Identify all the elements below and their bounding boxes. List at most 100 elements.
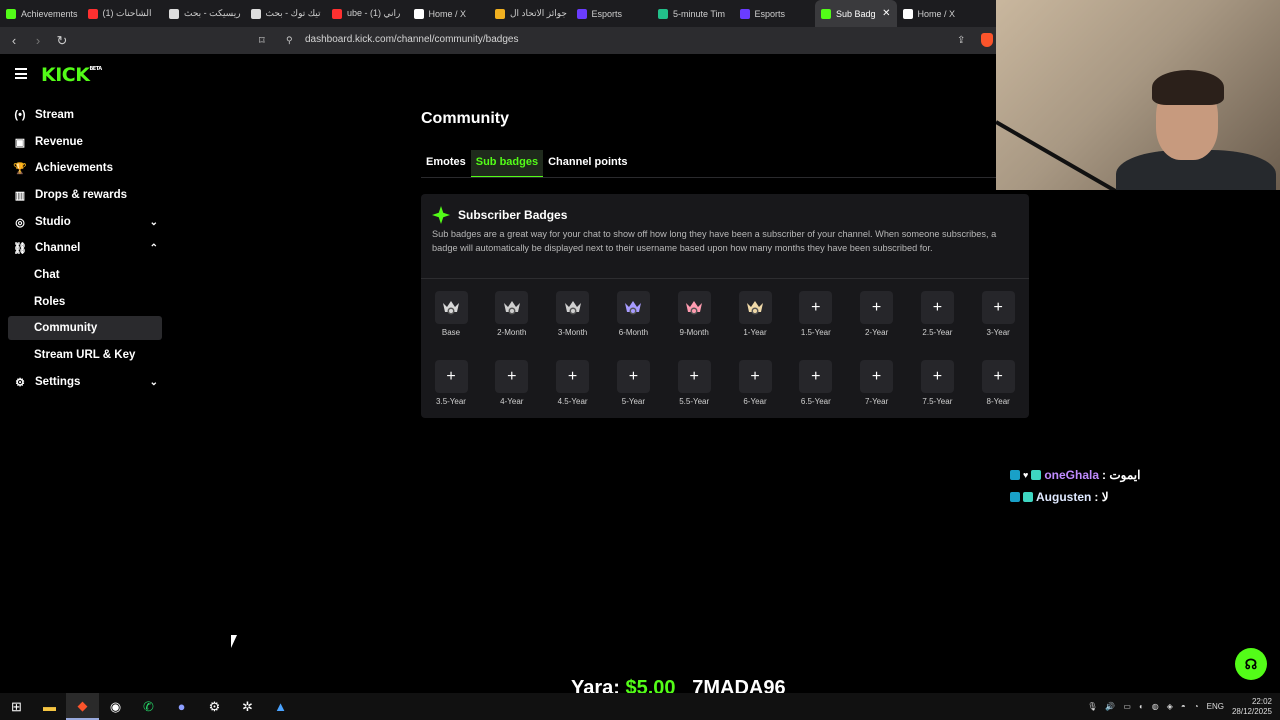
plus-icon[interactable]: + xyxy=(677,360,711,393)
browser-tab[interactable]: Achievements xyxy=(0,0,82,27)
sidebar-item-chat[interactable]: Chat xyxy=(8,263,162,287)
share-icon[interactable]: ⇪ xyxy=(957,35,965,46)
chevron-icon[interactable]: ⌄ xyxy=(150,217,158,228)
sidebar-item-roles[interactable]: Roles xyxy=(8,290,162,314)
sub-badge-9month-icon[interactable] xyxy=(677,291,711,324)
browser-tab[interactable]: جوائز الاتحاد ال xyxy=(489,0,571,27)
sidebar-item-studio[interactable]: ◎ Studio ⌄ xyxy=(8,210,162,234)
mic-icon[interactable]: 🎙 xyxy=(1087,702,1097,711)
badge-slot[interactable]: +5.5-Year xyxy=(668,360,720,406)
file-explorer-icon[interactable]: ▬ xyxy=(33,693,66,720)
browser-tab[interactable]: Home / X xyxy=(897,0,979,27)
plus-icon[interactable]: + xyxy=(738,360,772,393)
tray-app-icon[interactable]: ◍ xyxy=(1152,702,1159,711)
clock[interactable]: 22:02 28/12/2025 xyxy=(1232,697,1272,717)
discord-icon[interactable]: ● xyxy=(165,693,198,720)
badge-slot[interactable]: +4.5-Year xyxy=(547,360,599,406)
browser-tab[interactable]: تيك توك - بحث xyxy=(245,0,327,27)
plus-icon[interactable]: + xyxy=(920,291,954,324)
tab-channel-points[interactable]: Channel points xyxy=(543,150,632,178)
browser-tab[interactable]: Home / X xyxy=(408,0,490,27)
plus-icon[interactable]: + xyxy=(920,360,954,393)
plus-icon[interactable]: + xyxy=(434,360,468,393)
tab-sub-badges[interactable]: Sub badges xyxy=(470,150,544,178)
sidebar-item-channel[interactable]: ⛓ Channel ⌃ xyxy=(8,236,162,260)
badge-slot[interactable]: +5-Year xyxy=(607,360,659,406)
brave-shield-icon[interactable] xyxy=(981,33,993,47)
network-icon[interactable]: ▭ xyxy=(1123,702,1131,711)
tray-app-icon[interactable]: ◓ xyxy=(1181,702,1186,711)
sidebar-item-revenue[interactable]: ▣ Revenue xyxy=(8,130,162,154)
browser-tab[interactable]: Sub Badg ✕ xyxy=(815,0,897,27)
kick-logo[interactable]: KICKBETA xyxy=(41,64,102,86)
badge-slot[interactable]: +3.5-Year xyxy=(425,360,477,406)
sidebar-item-stream-url-key[interactable]: Stream URL & Key xyxy=(8,343,162,367)
sub-badge-6month-icon[interactable] xyxy=(616,291,650,324)
plus-icon[interactable]: + xyxy=(799,360,833,393)
sub-badge-1year-icon[interactable] xyxy=(738,291,772,324)
browser-tab[interactable]: 5-minute Tim xyxy=(652,0,734,27)
volume-icon[interactable]: 🔊 xyxy=(1105,702,1115,711)
badge-slot[interactable]: 6-Month xyxy=(607,291,659,337)
plus-icon[interactable]: + xyxy=(981,360,1015,393)
menu-icon[interactable] xyxy=(15,68,27,82)
tab-emotes[interactable]: Emotes xyxy=(421,150,471,178)
windows-start-icon[interactable]: ⊞ xyxy=(0,693,33,720)
badge-slot[interactable]: Base xyxy=(425,291,477,337)
settings-icon[interactable]: ✲ xyxy=(231,693,264,720)
browser-tab[interactable]: (1) الشاحنات xyxy=(82,0,164,27)
badge-slot[interactable]: 1-Year xyxy=(729,291,781,337)
badge-slot[interactable]: +7.5-Year xyxy=(911,360,963,406)
chevron-icon[interactable]: ⌃ xyxy=(150,243,158,254)
site-info-icon[interactable]: ⚲ xyxy=(286,35,293,46)
badge-slot[interactable]: +2-Year xyxy=(851,291,903,337)
badge-slot[interactable]: +7-Year xyxy=(851,360,903,406)
browser-tab[interactable]: Esports xyxy=(571,0,653,27)
plus-icon[interactable]: + xyxy=(616,360,650,393)
brave-browser-icon[interactable]: ◆ xyxy=(66,693,99,720)
badge-slot[interactable]: +2.5-Year xyxy=(911,291,963,337)
badge-slot[interactable]: +8-Year xyxy=(972,360,1024,406)
sub-badge-3month-icon[interactable] xyxy=(556,291,590,324)
plus-icon[interactable]: + xyxy=(981,291,1015,324)
tab-close-icon[interactable]: ✕ xyxy=(882,8,890,19)
back-icon[interactable]: ‹ xyxy=(4,33,24,48)
badge-slot[interactable]: 9-Month xyxy=(668,291,720,337)
obs-icon[interactable]: ◉ xyxy=(99,693,132,720)
badge-slot[interactable]: +4-Year xyxy=(486,360,538,406)
bookmark-icon[interactable]: ⌑ xyxy=(259,34,265,47)
tray-app-icon[interactable]: ◈ xyxy=(1167,702,1173,711)
chevron-icon[interactable]: ⌄ xyxy=(150,377,158,388)
sidebar-item-community[interactable]: Community xyxy=(8,316,162,340)
steam-icon[interactable]: ⚙ xyxy=(198,693,231,720)
sidebar-item-achievements[interactable]: 🏆 Achievements xyxy=(8,156,162,180)
browser-tab[interactable]: ريسيكت - بحث xyxy=(163,0,245,27)
tray-app-icon[interactable]: ◔ xyxy=(1194,702,1199,711)
badge-slot[interactable]: +3-Year xyxy=(972,291,1024,337)
browser-tab[interactable]: Esports xyxy=(734,0,816,27)
badge-slot[interactable]: +1.5-Year xyxy=(790,291,842,337)
badge-slot[interactable]: 3-Month xyxy=(547,291,599,337)
plus-icon[interactable]: + xyxy=(860,360,894,393)
forward-icon[interactable]: › xyxy=(28,33,48,48)
badge-slot[interactable]: +6.5-Year xyxy=(790,360,842,406)
url-field[interactable]: dashboard.kick.com/channel/community/bad… xyxy=(305,34,518,45)
tray-app-icon[interactable]: ◐ xyxy=(1139,702,1144,711)
photo-app-icon[interactable]: ▲ xyxy=(264,693,297,720)
whatsapp-icon[interactable]: ✆ xyxy=(132,693,165,720)
reload-icon[interactable]: ↻ xyxy=(52,33,72,49)
browser-tab[interactable]: ube - (1) راني xyxy=(326,0,408,27)
plus-icon[interactable]: + xyxy=(556,360,590,393)
badge-slot[interactable]: +6-Year xyxy=(729,360,781,406)
plus-icon[interactable]: + xyxy=(799,291,833,324)
plus-icon[interactable]: + xyxy=(495,360,529,393)
badge-slot[interactable]: 2-Month xyxy=(486,291,538,337)
sidebar-item-drops-rewards[interactable]: ▥ Drops & rewards xyxy=(8,183,162,207)
sidebar-item-settings[interactable]: ⚙ Settings ⌄ xyxy=(8,370,162,394)
sub-badge-2month-icon[interactable] xyxy=(495,291,529,324)
plus-icon[interactable]: + xyxy=(860,291,894,324)
sidebar-item-stream[interactable]: (•) Stream xyxy=(8,103,162,127)
support-chat-icon[interactable]: ☊ xyxy=(1235,648,1267,680)
sub-badge-base-icon[interactable] xyxy=(434,291,468,324)
language-indicator[interactable]: ENG xyxy=(1207,702,1224,711)
